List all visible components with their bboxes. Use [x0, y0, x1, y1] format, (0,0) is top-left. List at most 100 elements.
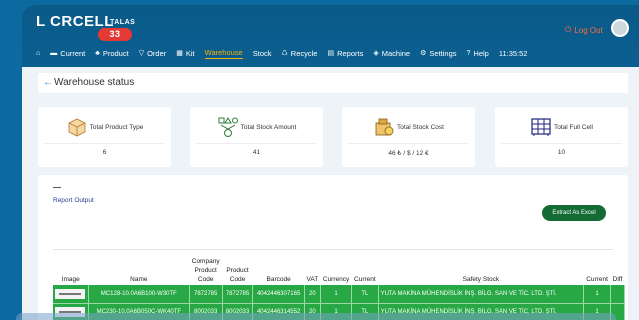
col-currency[interactable]: Currency	[320, 251, 351, 285]
col-diff[interactable]: Diff	[610, 251, 624, 285]
col-vat[interactable]: VAT	[304, 251, 320, 285]
avatar[interactable]	[611, 19, 629, 37]
card-label: Total Product Type	[89, 123, 144, 131]
card-label: Total Stock Cost	[397, 123, 444, 131]
card-head: Total Stock Amount	[190, 115, 323, 139]
order-icon: ▽	[138, 50, 145, 57]
row-product-code: 7872785	[222, 285, 254, 304]
stock-cost-icon	[375, 118, 394, 136]
nav-label: Product	[102, 48, 129, 58]
col-company-product-code[interactable]: Company Product Code	[189, 251, 222, 285]
card-divider	[44, 143, 165, 144]
panel-dash	[53, 187, 61, 188]
row-safety-stock: YUTA MAKİNA MÜHENDİSLİK İNŞ. BİLG. SAN V…	[378, 285, 585, 304]
report-output-label: Report Output	[53, 197, 94, 204]
card-total-stock-amount: Total Stock Amount 41	[190, 107, 323, 167]
nav-label: Machine	[381, 48, 411, 58]
row-barcode: 4042446307165	[252, 285, 305, 304]
nav-product[interactable]: ♣ Product	[95, 49, 128, 58]
logout-label: Log Out	[574, 25, 603, 35]
col-image[interactable]: Image	[53, 251, 88, 285]
logo-subtext: TALAS	[110, 19, 136, 26]
product-icon: ♣	[95, 49, 100, 57]
col-current[interactable]: Current	[352, 251, 378, 285]
page-header: ←Warehouse status	[38, 73, 628, 93]
card-divider	[196, 143, 317, 144]
stock-amount-icon	[218, 117, 238, 137]
row-vat: 20	[304, 285, 321, 304]
nav-label: Settings	[429, 48, 457, 58]
card-total-product-type: Total Product Type 6	[38, 107, 171, 167]
clock: 11:35:52	[498, 48, 528, 58]
card-divider	[348, 143, 469, 144]
main-content: ←Warehouse status Total Product Type 6 T…	[22, 67, 639, 320]
col-barcode[interactable]: Barcode	[253, 251, 304, 285]
settings-icon: ⚙	[420, 50, 427, 57]
card-value: 46 ₺ / $ / 12 €	[388, 150, 429, 157]
page-title: Warehouse status	[54, 77, 135, 88]
nav-label: Warehouse	[204, 47, 243, 57]
nav-order[interactable]: ▽ Order	[139, 49, 167, 58]
current-icon: ▬	[50, 49, 58, 57]
row-name: MC128-10.0A6B100-W30TF	[88, 285, 190, 304]
nav-home[interactable]: ⌂	[36, 50, 40, 57]
kit-icon: ▦	[176, 50, 183, 57]
back-arrow-icon[interactable]: ←	[43, 77, 53, 88]
logo-badge: 33	[98, 28, 132, 41]
card-head: Total Stock Cost	[342, 115, 475, 139]
row-image	[53, 285, 89, 304]
reports-icon: ▤	[327, 50, 335, 57]
panel-separator	[53, 249, 613, 250]
col-product-code[interactable]: Product Code	[222, 251, 253, 285]
card-total-stock-cost: Total Stock Cost 46 ₺ / $ / 12 €	[342, 107, 475, 167]
card-value: 6	[102, 149, 107, 156]
row-current: TL	[351, 285, 379, 304]
col-name[interactable]: Name	[88, 251, 189, 285]
home-icon: ⌂	[36, 49, 41, 57]
nav-settings[interactable]: ⚙ Settings	[420, 49, 456, 58]
extract-excel-button[interactable]: Extract As Excel	[542, 205, 606, 221]
nav-kit[interactable]: ▦ Kit	[176, 49, 194, 58]
row-company-product-code: 7872785	[189, 285, 223, 304]
help-icon: ?	[466, 49, 471, 57]
card-head: Total Full Cell	[495, 115, 628, 139]
power-icon: ⏻	[565, 25, 572, 34]
nav-recycle[interactable]: ♺ Recycle	[282, 49, 318, 58]
main-nav: ⌂ ▬ Current ♣ Product ▽ Order ▦ Kit Ware…	[36, 45, 527, 61]
card-value: 41	[252, 149, 261, 156]
nav-warehouse[interactable]: Warehouse	[204, 47, 243, 59]
table-row[interactable]: MC128-10.0A6B100-W30TF 7872785 7872785 4…	[53, 285, 626, 304]
logout-button[interactable]: ⏻ Log Out	[565, 25, 603, 35]
card-head: Total Product Type	[38, 115, 171, 139]
table-header-row: Image Name Company Product Code Product …	[53, 251, 625, 285]
nav-reports[interactable]: ▤ Reports	[327, 49, 363, 58]
card-label: Total Full Cell	[553, 123, 593, 131]
nav-label: Reports	[337, 48, 364, 58]
nav-label: Recycle	[290, 48, 318, 58]
nav-machine[interactable]: ◈ Machine	[373, 49, 410, 58]
full-cell-icon	[531, 118, 551, 136]
report-panel: Report Output Extract As Excel Image Nam…	[38, 175, 628, 320]
nav-current[interactable]: ▬ Current	[50, 49, 85, 58]
card-label: Total Stock Amount	[240, 123, 297, 131]
nav-label: Order	[147, 48, 167, 58]
bottom-scroll-overlay[interactable]	[16, 313, 616, 320]
nav-stock[interactable]: Stock	[253, 49, 272, 58]
stock-table: Image Name Company Product Code Product …	[53, 251, 626, 320]
recycle-icon: ♺	[281, 50, 288, 57]
col-current-2[interactable]: Current	[584, 251, 611, 285]
row-diff	[610, 285, 626, 304]
col-safety-stock[interactable]: Safety Stock	[378, 251, 584, 285]
summary-cards: Total Product Type 6 Total Stock Amount	[38, 107, 628, 167]
top-bar: L CRCELL TALAS 33 ⏻ Log Out ⌂ ▬ Current …	[22, 5, 639, 67]
card-total-full-cell: Total Full Cell 10	[495, 107, 628, 167]
row-currency: 1	[320, 285, 353, 304]
row-current-2: 1	[583, 285, 611, 304]
nav-label: Help	[473, 48, 489, 58]
card-divider	[501, 143, 622, 144]
nav-label: Current	[60, 48, 86, 58]
nav-help[interactable]: ? Help	[467, 49, 489, 58]
machine-icon: ◈	[373, 50, 379, 57]
app-frame: L CRCELL TALAS 33 ⏻ Log Out ⌂ ▬ Current …	[22, 5, 639, 320]
card-value: 10	[557, 149, 566, 156]
